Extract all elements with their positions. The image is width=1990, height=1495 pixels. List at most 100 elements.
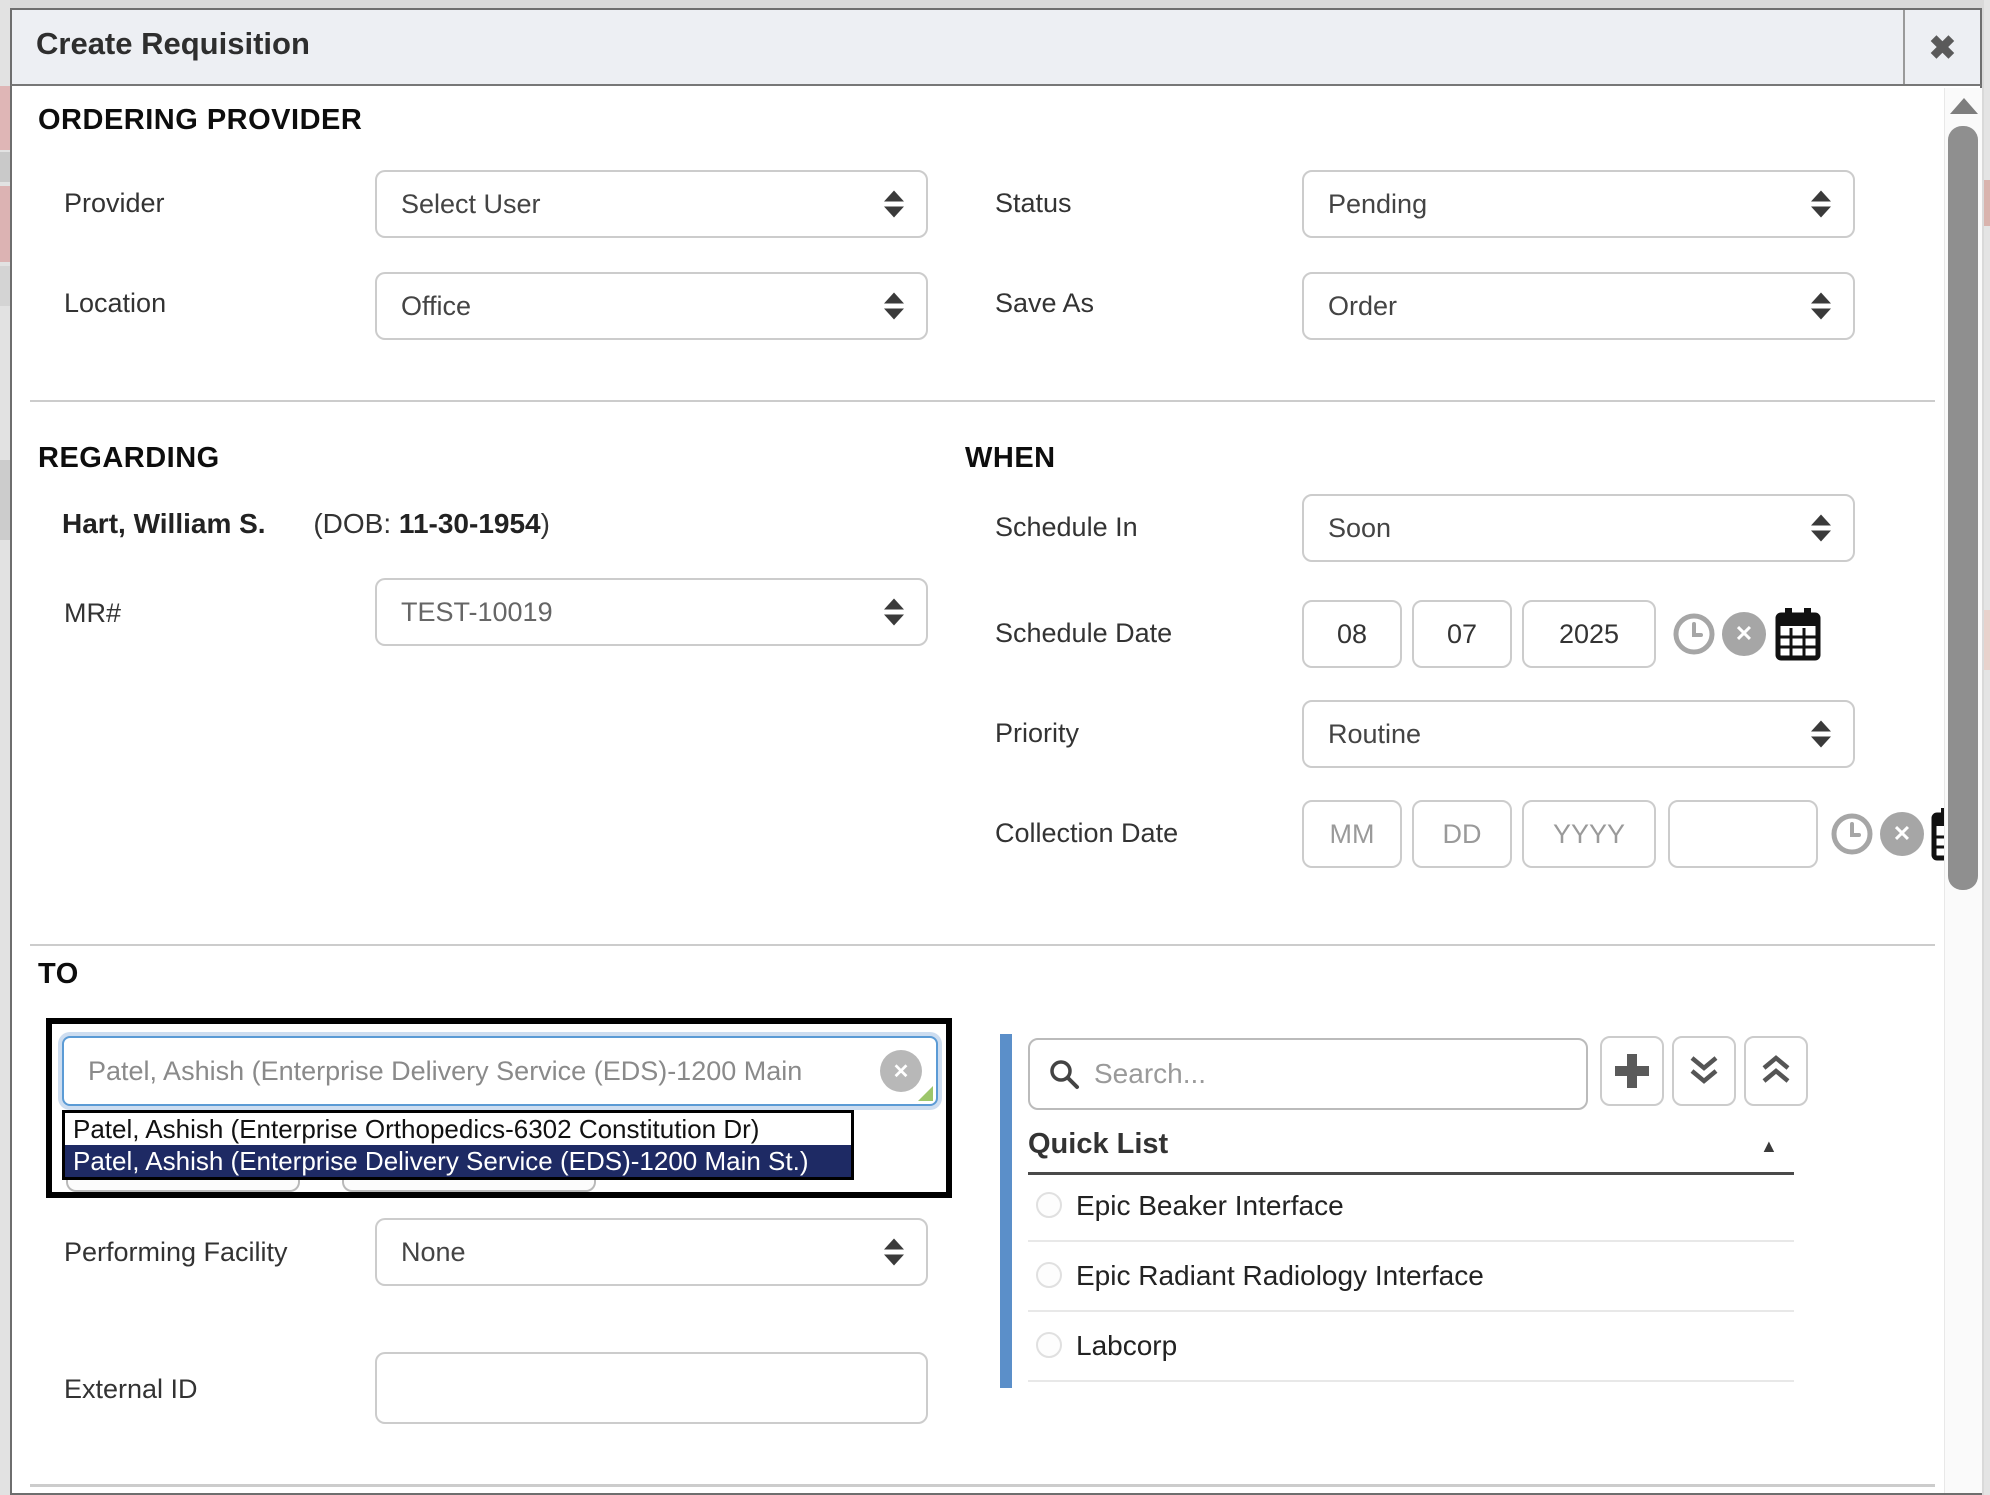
double-chevron-up-icon: [1757, 1052, 1795, 1090]
quick-list-item[interactable]: Epic Beaker Interface: [1076, 1190, 1344, 1222]
mr-select[interactable]: TEST-10019: [375, 578, 928, 646]
clock-icon: [1672, 612, 1716, 656]
external-id-label: External ID: [64, 1374, 198, 1405]
collapse-all-button[interactable]: [1744, 1036, 1808, 1106]
status-select-value: Pending: [1328, 189, 1427, 220]
quick-list-radio[interactable]: [1036, 1332, 1062, 1358]
ordering-provider-heading: ORDERING PROVIDER: [38, 104, 362, 137]
performing-facility-label: Performing Facility: [64, 1226, 314, 1278]
mr-select-value: TEST-10019: [401, 597, 553, 628]
recipient-input-value[interactable]: Patel, Ashish (Enterprise Delivery Servi…: [64, 1056, 880, 1087]
recipient-autocomplete-field[interactable]: Patel, Ashish (Enterprise Delivery Servi…: [62, 1036, 938, 1106]
select-arrows-icon: [1811, 515, 1831, 542]
suggestion-item[interactable]: Patel, Ashish (Enterprise Orthopedics-63…: [65, 1113, 851, 1145]
collection-date-time-field[interactable]: [1668, 800, 1818, 868]
select-arrows-icon: [884, 191, 904, 218]
patient-name: Hart, William S.: [62, 508, 266, 539]
collection-time-icon[interactable]: [1830, 812, 1874, 856]
scrollbar-thumb[interactable]: [1948, 126, 1978, 890]
schedule-date-time-icon[interactable]: [1672, 612, 1716, 656]
priority-select-value: Routine: [1328, 719, 1421, 750]
select-arrows-icon: [884, 1239, 904, 1266]
directory-search-input[interactable]: [1092, 1057, 1536, 1091]
status-label: Status: [995, 188, 1072, 219]
select-arrows-icon: [884, 293, 904, 320]
dob-prefix: (DOB:: [313, 508, 391, 539]
quick-list-item[interactable]: Epic Radiant Radiology Interface: [1076, 1260, 1484, 1292]
quick-list-collapse-button[interactable]: ▲: [1760, 1136, 1778, 1157]
schedule-date-year-input[interactable]: [1522, 600, 1656, 668]
quick-list-radio[interactable]: [1036, 1262, 1062, 1288]
panel-accent-stripe: [1000, 1034, 1012, 1388]
priority-select[interactable]: Routine: [1302, 700, 1855, 768]
quick-list-radio[interactable]: [1036, 1192, 1062, 1218]
collection-date-month-input[interactable]: [1302, 800, 1402, 868]
schedule-date-day-field[interactable]: [1412, 600, 1512, 668]
status-select[interactable]: Pending: [1302, 170, 1855, 238]
scrollbar-up-arrow[interactable]: [1950, 98, 1978, 114]
external-id-field[interactable]: [375, 1352, 928, 1424]
section-divider: [30, 400, 1935, 402]
mr-label: MR#: [64, 598, 121, 629]
backdrop-fragment: [0, 186, 10, 262]
list-divider: [1028, 1240, 1794, 1242]
to-heading: TO: [38, 958, 79, 991]
regarding-heading: REGARDING: [38, 442, 220, 475]
performing-facility-select[interactable]: None: [375, 1218, 928, 1286]
collection-date-label: Collection Date: [995, 818, 1178, 849]
dob-suffix: ): [541, 508, 550, 539]
backdrop-fragment: [1984, 180, 1990, 226]
schedule-in-label: Schedule In: [995, 512, 1138, 543]
patient-line: Hart, William S. (DOB: 11-30-1954): [62, 508, 550, 540]
double-chevron-down-icon: [1685, 1052, 1723, 1090]
suggestion-item-selected[interactable]: Patel, Ashish (Enterprise Delivery Servi…: [65, 1145, 851, 1177]
plus-icon: [1611, 1050, 1653, 1092]
collection-date-year-input[interactable]: [1522, 800, 1656, 868]
external-id-input[interactable]: [375, 1352, 928, 1424]
resize-handle-icon[interactable]: [918, 1086, 933, 1101]
recipient-suggestions-dropdown: Patel, Ashish (Enterprise Orthopedics-63…: [62, 1110, 854, 1180]
directory-search-field[interactable]: [1028, 1038, 1588, 1110]
collection-date-clear-button[interactable]: ✕: [1880, 812, 1924, 856]
schedule-date-clear-button[interactable]: ✕: [1722, 612, 1766, 656]
expand-all-button[interactable]: [1672, 1036, 1736, 1106]
add-button[interactable]: [1600, 1036, 1664, 1106]
select-arrows-icon: [884, 599, 904, 626]
save-as-label: Save As: [995, 288, 1094, 319]
schedule-in-select-value: Soon: [1328, 513, 1391, 544]
when-heading: WHEN: [965, 442, 1056, 475]
collection-date-day-input[interactable]: [1412, 800, 1512, 868]
schedule-date-calendar-button[interactable]: [1774, 606, 1822, 662]
select-arrows-icon: [1811, 293, 1831, 320]
collapse-icon: ▲: [1760, 1136, 1778, 1156]
schedule-in-select[interactable]: Soon: [1302, 494, 1855, 562]
provider-select[interactable]: Select User: [375, 170, 928, 238]
quick-list-item[interactable]: Labcorp: [1076, 1330, 1177, 1362]
save-as-select[interactable]: Order: [1302, 272, 1855, 340]
collection-date-time-input[interactable]: [1668, 800, 1818, 868]
schedule-date-year-field[interactable]: [1522, 600, 1656, 668]
quick-list-underline: [1028, 1172, 1794, 1175]
quick-list-heading: Quick List: [1028, 1128, 1168, 1161]
clear-icon: ✕: [893, 1059, 910, 1084]
schedule-date-month-input[interactable]: [1302, 600, 1402, 668]
collection-date-day-field[interactable]: [1412, 800, 1512, 868]
select-arrows-icon: [1811, 191, 1831, 218]
collection-date-year-field[interactable]: [1522, 800, 1656, 868]
backdrop-fragment: [0, 86, 10, 150]
clock-icon: [1830, 812, 1874, 856]
backdrop-fragment: [0, 266, 10, 306]
collection-date-month-field[interactable]: [1302, 800, 1402, 868]
save-as-select-value: Order: [1328, 291, 1397, 322]
select-arrows-icon: [1811, 721, 1831, 748]
search-icon: [1048, 1058, 1080, 1090]
recipient-clear-button[interactable]: ✕: [880, 1050, 922, 1092]
location-select-value: Office: [401, 291, 471, 322]
screen: Create Requisition ✖ ORDERING PROVIDER P…: [0, 0, 1990, 1495]
close-button[interactable]: ✖: [1905, 10, 1980, 84]
schedule-date-day-input[interactable]: [1412, 600, 1512, 668]
close-icon: ✖: [1929, 28, 1957, 67]
location-select[interactable]: Office: [375, 272, 928, 340]
schedule-date-month-field[interactable]: [1302, 600, 1402, 668]
backdrop-fragment: [1984, 610, 1990, 670]
